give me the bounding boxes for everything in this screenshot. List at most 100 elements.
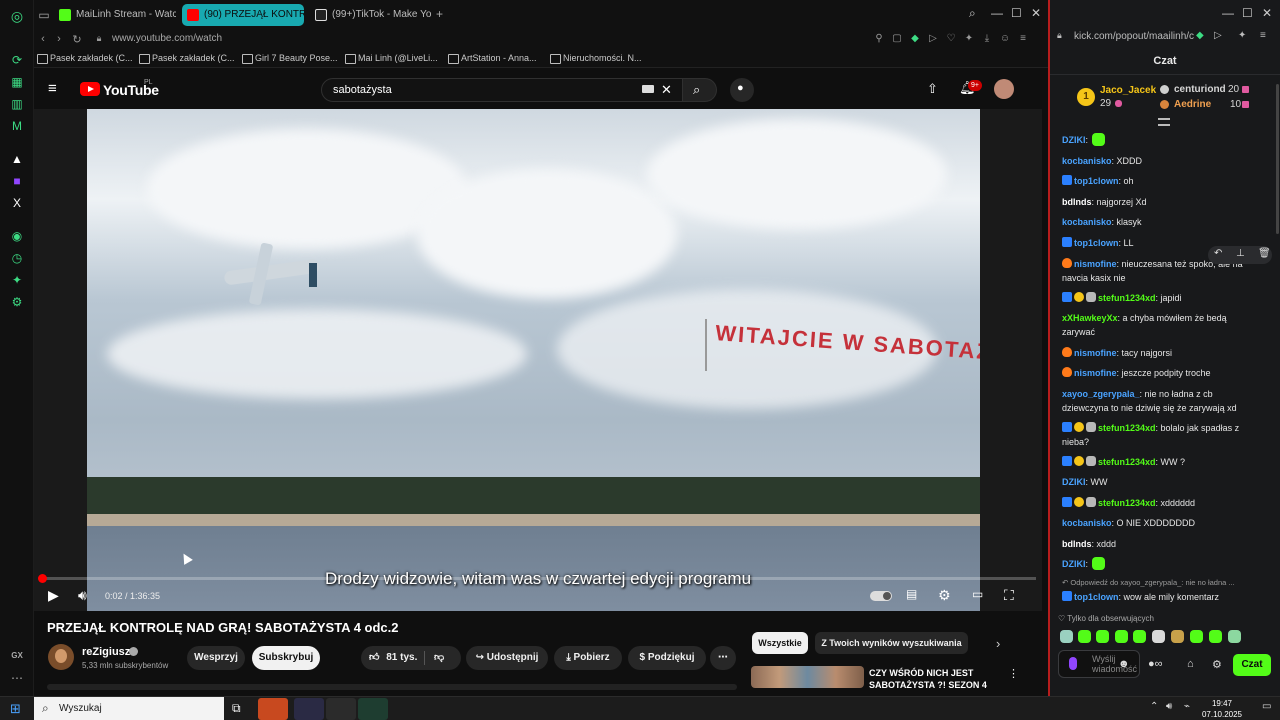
chat-message[interactable]: DZIKI: WW — [1062, 475, 1270, 489]
menu-icon[interactable]: ≡ — [1016, 33, 1030, 44]
expand-pinned-icon[interactable] — [1158, 118, 1170, 126]
progress-bar[interactable] — [38, 574, 1036, 583]
emote[interactable] — [1228, 630, 1241, 643]
more-actions-button[interactable]: ⋯ — [710, 646, 736, 670]
menu-icon[interactable]: ≡ — [1260, 30, 1266, 41]
refresh-circle-icon[interactable]: ⟳ — [9, 52, 25, 68]
dislike-icon[interactable]: 👎︎ — [434, 646, 444, 670]
emote[interactable] — [1152, 630, 1165, 643]
gx-icon[interactable]: GX — [9, 648, 25, 664]
recommended-title[interactable]: CZY WŚRÓD NICH JEST SABOTAŻYSTA ?! SEZON… — [869, 667, 999, 691]
taskbar-search[interactable]: ⌕ Wyszukaj — [34, 697, 224, 720]
chat-username[interactable]: nismofine — [1074, 259, 1117, 269]
chat-username[interactable]: kocbanisko — [1062, 217, 1112, 227]
bookmark-item[interactable]: ArtStation - Anna... — [448, 53, 537, 64]
chat-message[interactable]: xXHawkeyXx: a chyba mówiłem że bedą zaryw… — [1062, 311, 1270, 339]
chat-url[interactable]: kick.com/popout/maailinh/c — [1074, 31, 1194, 42]
tab-manager-icon[interactable]: ▭ — [36, 7, 52, 23]
grid-icon[interactable]: ▥ — [9, 96, 25, 112]
recommended-menu-icon[interactable]: ⋮ — [1008, 667, 1019, 680]
volume-icon[interactable]: 🔊︎ — [1166, 701, 1172, 712]
search-tabs-icon[interactable]: ⌕ — [969, 6, 976, 21]
chat-message[interactable]: nismofine: tacy najgorsi — [1062, 346, 1270, 360]
twitch-icon[interactable]: ■ — [9, 173, 25, 189]
messenger-icon[interactable]: M — [9, 118, 25, 134]
chat-username[interactable]: DZIKI — [1062, 135, 1086, 145]
more-icon[interactable]: ⋯ — [9, 670, 25, 686]
channel-avatar[interactable] — [48, 644, 74, 670]
delete-icon[interactable]: 🗑︎ — [1258, 248, 1271, 259]
chat-username[interactable]: top1clown — [1074, 238, 1119, 248]
extension-icon[interactable]: ✦ — [962, 33, 976, 44]
chat-message[interactable]: nismofine: jeszcze podpity troche — [1062, 366, 1270, 380]
profile-icon[interactable]: ☺ — [998, 33, 1012, 44]
store-icon[interactable]: ⌂ — [1187, 658, 1194, 670]
reply-icon[interactable]: ↶ — [1214, 248, 1222, 259]
chat-username[interactable]: bdlnds — [1062, 539, 1092, 549]
keyboard-icon[interactable] — [642, 85, 654, 93]
url-field[interactable]: www.youtube.com/watch — [112, 33, 222, 44]
emote[interactable] — [1060, 630, 1073, 643]
chat-message[interactable]: DZIKI: — [1062, 557, 1270, 571]
chat-message[interactable]: stefun1234xd: WW ? — [1062, 455, 1270, 469]
opera-gx-app-icon[interactable] — [258, 698, 288, 720]
search-input[interactable]: sabotażysta ✕ — [321, 78, 683, 102]
chat-message[interactable]: bdlnds: xddd — [1062, 537, 1270, 551]
search-button[interactable]: ⌕ — [683, 78, 717, 102]
autoplay-toggle[interactable] — [870, 591, 892, 601]
emote[interactable] — [1078, 630, 1091, 643]
emote[interactable] — [1096, 630, 1109, 643]
microphone-icon[interactable] — [1069, 657, 1077, 670]
taskbar-clock[interactable]: 19:47 07.10.2025 — [1198, 698, 1246, 720]
chat-message[interactable]: stefun1234xd: japidi — [1062, 291, 1270, 305]
upload-icon[interactable]: ⇧ — [927, 81, 938, 97]
close-icon[interactable]: ✕ — [1031, 6, 1041, 20]
settings-gear-icon[interactable]: ⚙ — [938, 587, 951, 604]
chat-username[interactable]: nismofine — [1074, 348, 1117, 358]
discord-app-icon[interactable] — [294, 698, 324, 720]
browser-logo-icon[interactable]: ◎ — [9, 8, 25, 24]
leader-name[interactable]: Aedrine — [1174, 99, 1211, 110]
chat-message[interactable]: stefun1234xd: bolalo jak spadłas z nieba? — [1062, 421, 1270, 449]
chat-username[interactable]: stefun1234xd — [1098, 457, 1156, 467]
pin-icon[interactable]: ⚲ — [872, 33, 886, 44]
chat-username[interactable]: DZIKI — [1062, 559, 1086, 569]
notification-center-icon[interactable]: ▭ — [1262, 701, 1271, 712]
chat-message[interactable]: DZIKI: — [1062, 133, 1270, 147]
fullscreen-icon[interactable]: ⛶ — [1004, 587, 1014, 604]
emote[interactable] — [1209, 630, 1222, 643]
volume-icon[interactable]: 🔊︎ — [78, 587, 87, 604]
chat-scrollbar[interactable] — [1276, 84, 1279, 234]
emote-picker-icon[interactable]: ●∞ — [1148, 658, 1163, 670]
bookmark-item[interactable]: Nieruchomości. N... — [550, 53, 642, 64]
chip-search-results[interactable]: Z Twoich wyników wyszukiwania — [815, 632, 968, 654]
chat-username[interactable]: top1clown — [1074, 592, 1119, 602]
chat-username[interactable]: stefun1234xd — [1098, 423, 1156, 433]
new-tab-icon[interactable]: + — [436, 7, 443, 21]
thanks-button[interactable]: $ Podziękuj — [628, 646, 706, 670]
download-icon[interactable]: ⤓ — [980, 33, 994, 44]
like-count[interactable]: 81 tys. — [386, 652, 417, 663]
emoji-icon[interactable]: ☻ — [1118, 658, 1130, 670]
chat-username[interactable]: stefun1234xd — [1098, 498, 1156, 508]
bookmark-item[interactable]: Girl 7 Beauty Pose... — [242, 53, 338, 64]
subscribe-button[interactable]: Subskrybuj — [252, 646, 320, 670]
shield-icon[interactable]: ◆ — [908, 33, 922, 44]
player-icon[interactable]: ▷ — [1214, 30, 1222, 41]
windows-start-icon[interactable]: ⊞ — [10, 701, 21, 717]
hamburger-menu-icon[interactable]: ≡ — [48, 80, 57, 97]
network-icon[interactable]: ⌁ — [1184, 701, 1190, 712]
clear-search-icon[interactable]: ✕ — [661, 82, 672, 98]
back-icon[interactable]: ‹ — [36, 33, 50, 45]
theater-mode-icon[interactable]: ▭ — [972, 587, 983, 601]
support-button[interactable]: Wesprzyj — [187, 646, 245, 670]
emote[interactable] — [1190, 630, 1203, 643]
chevron-right-icon[interactable]: › — [996, 636, 1000, 651]
chat-username[interactable]: xayoo_zgerypala_ — [1062, 389, 1140, 399]
gallery-icon[interactable]: ▦ — [9, 74, 25, 90]
forward-icon[interactable]: › — [52, 33, 66, 45]
x-icon[interactable]: X — [9, 195, 25, 211]
chat-message[interactable]: kocbanisko: XDDD — [1062, 154, 1270, 168]
chat-username[interactable]: nismofine — [1074, 368, 1117, 378]
emote[interactable] — [1115, 630, 1128, 643]
